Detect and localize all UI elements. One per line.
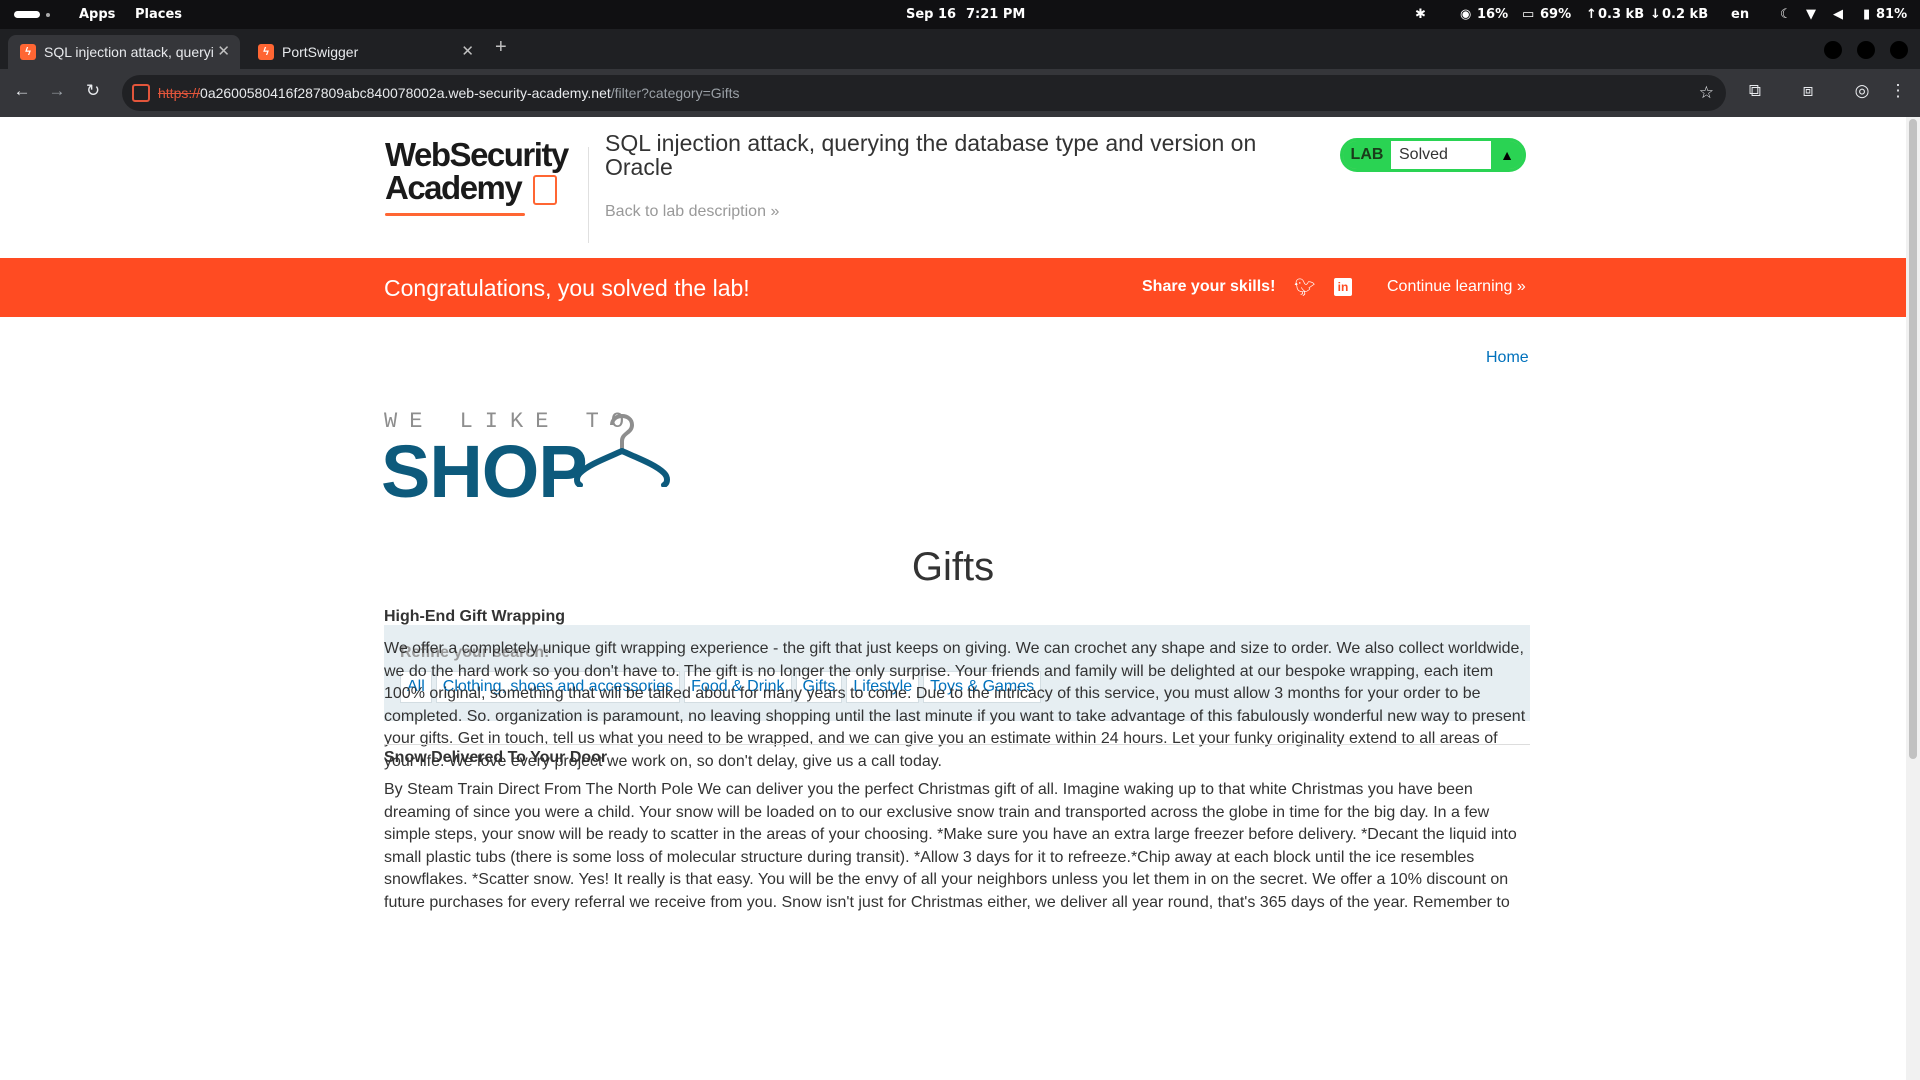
back-arrow-icon[interactable]: ←: [11, 81, 33, 101]
tab-sql-injection[interactable]: ϟ SQL injection attack, querying ✕: [8, 35, 240, 69]
portswigger-favicon-icon: ϟ: [258, 44, 274, 60]
shop-logo: WE LIKE TO SHOP: [381, 409, 764, 513]
web-page: WebSecurity Academy SQL injection attack…: [0, 117, 1906, 1080]
battery-level: 81%: [1876, 7, 1908, 22]
upload-rate: 0.3 kB: [1598, 7, 1645, 22]
lab-badge-label: LAB: [1343, 141, 1391, 169]
product-divider: [384, 744, 1530, 745]
address-bar[interactable]: https://0a2600580416f287809abc840078002a…: [122, 75, 1726, 111]
lab-status-badge: LAB Solved ▲: [1340, 138, 1526, 172]
home-link[interactable]: Home: [1486, 349, 1529, 367]
forward-arrow-icon[interactable]: →: [46, 81, 68, 101]
memory-usage: 69%: [1540, 7, 1572, 22]
continue-learning-link[interactable]: Continue learning »: [1387, 278, 1526, 296]
close-tab-icon[interactable]: ✕: [217, 42, 230, 60]
lightning-bolt-icon: [533, 175, 557, 205]
tab-search-icon[interactable]: ⧈: [1797, 81, 1819, 101]
close-tab-icon[interactable]: ✕: [461, 42, 474, 60]
volume-icon[interactable]: ◀: [1833, 7, 1843, 22]
product-name: Snow Delivered To Your Door: [384, 749, 608, 766]
share-label: Share your skills!: [1142, 278, 1276, 295]
lab-title: SQL injection attack, querying the datab…: [605, 130, 1257, 180]
shop-word: SHOP: [381, 430, 588, 513]
maximize-window-button[interactable]: [1857, 41, 1875, 59]
url-text[interactable]: https://0a2600580416f287809abc840078002a…: [158, 85, 740, 101]
cpu-icon: ◉: [1460, 7, 1472, 22]
tab-title: PortSwigger: [282, 44, 359, 60]
logo-swoosh: [385, 213, 525, 216]
portswigger-favicon-icon: ϟ: [20, 44, 36, 60]
header-divider: [588, 147, 589, 243]
twitter-icon[interactable]: 🐦︎: [1294, 278, 1316, 298]
back-to-lab-description-link[interactable]: Back to lab description »: [605, 203, 779, 221]
bookmark-star-icon[interactable]: ☆: [1699, 83, 1714, 103]
tab-portswigger[interactable]: ϟ PortSwigger ✕: [246, 35, 484, 69]
congratulations-message: Congratulations, you solved the lab!: [384, 275, 750, 301]
tab-title: SQL injection attack, querying: [44, 44, 214, 60]
upload-icon: ↑: [1586, 7, 1597, 22]
double-chevron-right-icon: »: [770, 203, 780, 220]
linkedin-icon[interactable]: in: [1334, 278, 1352, 296]
academy-header: WebSecurity Academy SQL injection attack…: [0, 117, 1906, 258]
hanger-icon: [574, 414, 670, 487]
web-security-academy-logo[interactable]: WebSecurity Academy: [385, 137, 569, 229]
new-tab-icon[interactable]: +: [495, 36, 507, 59]
apps-menu[interactable]: Apps: [79, 7, 115, 22]
solved-banner: Congratulations, you solved the lab! Sha…: [0, 258, 1906, 317]
browser-toolbar: ← → ↻ https://0a2600580416f287809abc8400…: [0, 69, 1920, 117]
cpu-usage: 16%: [1477, 7, 1509, 22]
activities-indicator[interactable]: [14, 11, 40, 18]
places-menu[interactable]: Places: [135, 7, 182, 22]
os-top-bar: Apps Places Sep 16 7:21 PM ✱ ◉ 16% ▭ 69%…: [0, 0, 1920, 29]
extensions-icon[interactable]: ⧉: [1744, 81, 1766, 101]
night-light-icon[interactable]: ☾: [1780, 7, 1792, 22]
workspace-dot: [46, 13, 50, 17]
clock-time[interactable]: 7:21 PM: [966, 7, 1025, 22]
product-description: By Steam Train Direct From The North Pol…: [384, 781, 1517, 911]
profile-icon[interactable]: ◎: [1851, 81, 1873, 101]
scrollbar-thumb[interactable]: [1909, 119, 1917, 759]
download-rate: 0.2 kB: [1662, 7, 1709, 22]
lab-status: Solved: [1391, 141, 1491, 169]
reload-icon[interactable]: ↻: [82, 81, 104, 101]
flask-icon: ▲: [1491, 141, 1523, 169]
product-name: High-End Gift Wrapping: [384, 608, 566, 625]
product-item: Snow Delivered To Your Door By Steam Tra…: [384, 749, 1530, 914]
page-scrollbar[interactable]: [1906, 117, 1920, 1080]
clock-date[interactable]: Sep 16: [906, 7, 956, 22]
category-title: Gifts: [911, 545, 995, 589]
menu-kebab-icon[interactable]: ⋮: [1887, 81, 1909, 101]
minimize-window-button[interactable]: [1824, 41, 1842, 59]
download-icon: ↓: [1650, 7, 1661, 22]
not-secure-icon[interactable]: [132, 84, 150, 102]
keyboard-layout[interactable]: en: [1731, 7, 1749, 22]
tab-strip: ϟ SQL injection attack, querying ✕ ϟ Por…: [0, 29, 1920, 69]
battery-icon[interactable]: ▮: [1863, 7, 1870, 22]
wifi-icon[interactable]: ▼: [1806, 7, 1816, 22]
close-window-button[interactable]: [1890, 41, 1908, 59]
bluetooth-icon[interactable]: ✱: [1415, 7, 1426, 22]
memory-icon: ▭: [1522, 7, 1535, 22]
